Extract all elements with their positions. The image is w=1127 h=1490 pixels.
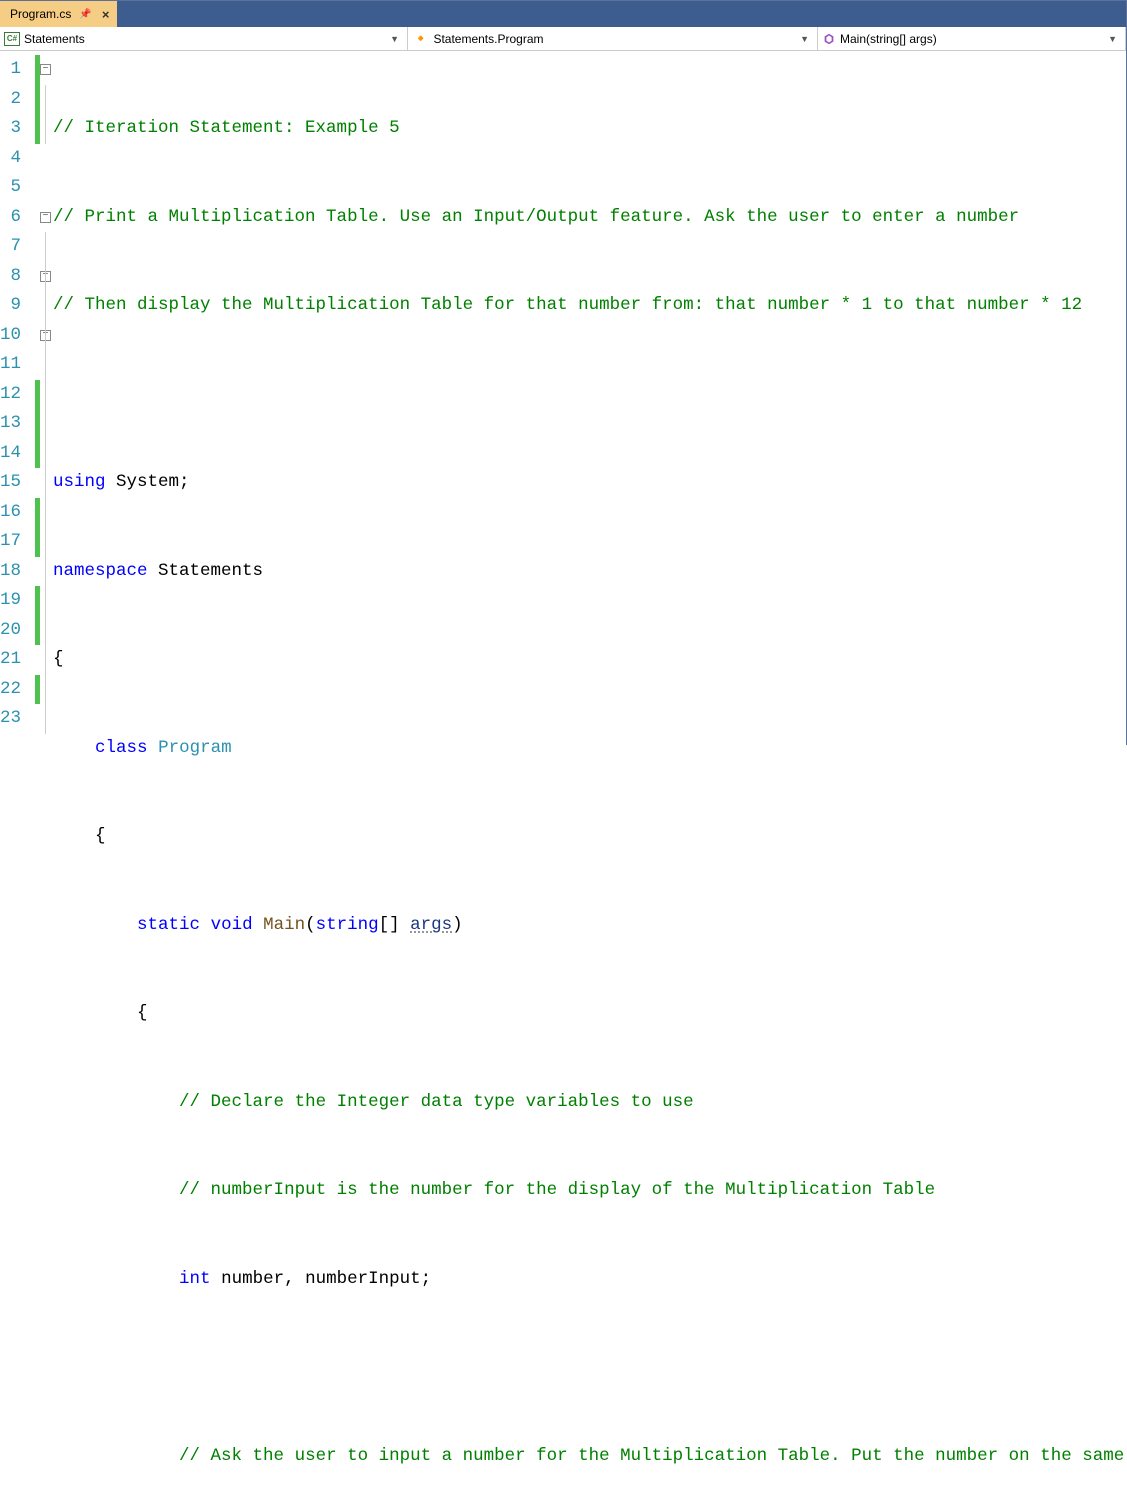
code-area[interactable]: // Iteration Statement: Example 5 // Pri… <box>51 51 1127 745</box>
line-number-gutter: 1234567891011121314151617181920212223 <box>0 51 35 745</box>
line-number: 17 <box>0 527 21 557</box>
code-text: int <box>179 1269 211 1289</box>
chevron-down-icon: ▼ <box>1108 34 1121 44</box>
fold-toggle[interactable]: − <box>40 271 51 282</box>
line-number: 19 <box>0 586 21 616</box>
class-icon: 🔸 <box>412 30 429 47</box>
code-text: // numberInput is the number for the dis… <box>179 1180 935 1200</box>
fold-toggle[interactable]: − <box>40 212 51 223</box>
code-text: { <box>95 826 106 846</box>
nav-member-label: Main(string[] args) <box>840 32 937 46</box>
line-number: 14 <box>0 439 21 469</box>
code-text: void <box>211 915 253 935</box>
line-number: 21 <box>0 645 21 675</box>
chevron-down-icon: ▼ <box>800 34 813 44</box>
line-number: 11 <box>0 350 21 380</box>
code-text: Statements <box>148 561 264 581</box>
code-text: // Ask the user to input a number for th… <box>179 1446 1127 1466</box>
close-icon[interactable]: × <box>102 7 110 22</box>
pin-icon[interactable]: 📌 <box>79 9 91 20</box>
line-number: 23 <box>0 704 21 734</box>
line-number: 3 <box>0 114 21 144</box>
line-number: 9 <box>0 291 21 321</box>
line-number: 7 <box>0 232 21 262</box>
fold-column: − − − − <box>40 51 51 745</box>
nav-member-dropdown[interactable]: Main(string[] args) ▼ <box>818 27 1126 50</box>
fold-toggle[interactable]: − <box>40 330 51 341</box>
line-number: 4 <box>0 144 21 174</box>
code-text: System; <box>106 472 190 492</box>
line-number: 2 <box>0 85 21 115</box>
code-text: { <box>53 649 64 669</box>
code-text: // Iteration Statement: Example 5 <box>53 118 400 138</box>
tab-program-cs[interactable]: Program.cs 📌 × <box>0 1 117 27</box>
code-text: // Declare the Integer data type variabl… <box>179 1092 694 1112</box>
line-number: 22 <box>0 675 21 705</box>
code-text: Program <box>158 738 232 758</box>
tab-bar: Program.cs 📌 × <box>0 1 1126 27</box>
nav-scope-dropdown[interactable]: C# Statements ▼ <box>0 27 408 50</box>
line-number: 18 <box>0 557 21 587</box>
code-text: static <box>137 915 200 935</box>
chevron-down-icon: ▼ <box>390 34 403 44</box>
code-text: args <box>410 915 452 935</box>
method-icon <box>822 32 836 46</box>
code-text: namespace <box>53 561 148 581</box>
line-number: 12 <box>0 380 21 410</box>
code-editor[interactable]: 1234567891011121314151617181920212223 − … <box>0 51 1126 745</box>
code-text: string <box>316 915 379 935</box>
line-number: 20 <box>0 616 21 646</box>
line-number: 5 <box>0 173 21 203</box>
code-text: number, numberInput; <box>211 1269 432 1289</box>
fold-toggle[interactable]: − <box>40 64 51 75</box>
nav-class-dropdown[interactable]: 🔸 Statements.Program ▼ <box>408 27 818 50</box>
code-text: // Print a Multiplication Table. Use an … <box>53 207 1019 227</box>
code-text: class <box>95 738 148 758</box>
code-text: Main <box>263 915 305 935</box>
line-number: 15 <box>0 468 21 498</box>
code-text: { <box>137 1003 148 1023</box>
nav-class-label: Statements.Program <box>433 32 543 46</box>
csharp-icon: C# <box>4 32 20 46</box>
navigation-bar: C# Statements ▼ 🔸 Statements.Program ▼ M… <box>0 27 1126 51</box>
code-text: // Then display the Multiplication Table… <box>53 295 1082 315</box>
line-number: 13 <box>0 409 21 439</box>
nav-scope-label: Statements <box>24 32 85 46</box>
code-text: using <box>53 472 106 492</box>
line-number: 1 <box>0 55 21 85</box>
line-number: 8 <box>0 262 21 292</box>
tab-title: Program.cs <box>10 7 71 21</box>
line-number: 6 <box>0 203 21 233</box>
line-number: 10 <box>0 321 21 351</box>
line-number: 16 <box>0 498 21 528</box>
